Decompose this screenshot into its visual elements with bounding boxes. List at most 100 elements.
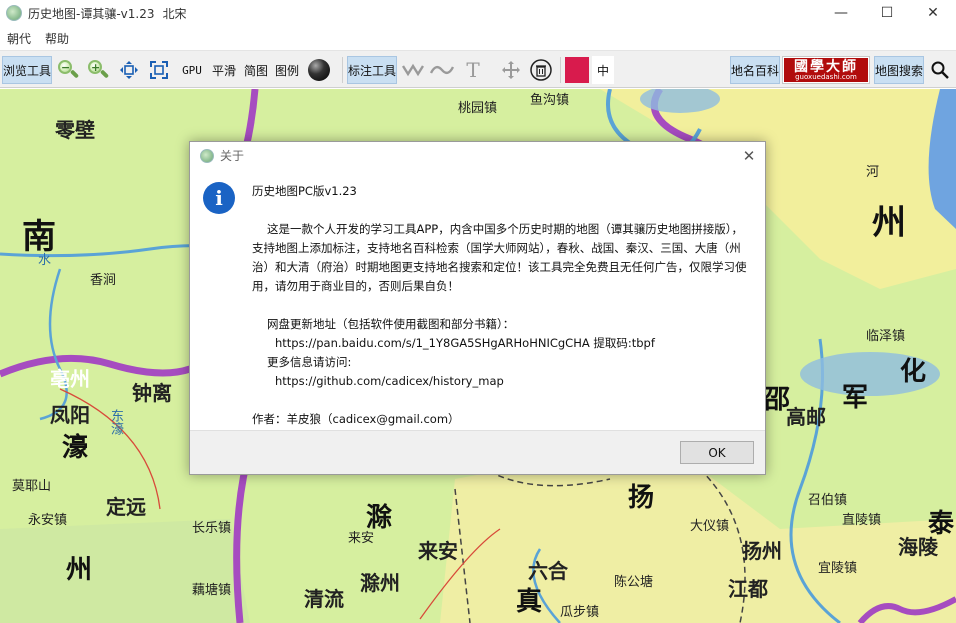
map-label: 化 <box>900 357 927 387</box>
browse-tool-button[interactable]: 浏览工具 <box>2 56 52 84</box>
map-label: 水 <box>38 253 52 268</box>
map-label: 零壁 <box>55 118 95 142</box>
map-label: 扬州 <box>742 539 782 563</box>
map-label: 东濠 <box>108 409 123 435</box>
map-label: 永安镇 <box>28 513 68 528</box>
minimize-button[interactable]: — <box>818 0 864 26</box>
map-label: 来安 <box>348 531 375 546</box>
dialog-heading: 历史地图PC版v1.23 <box>252 184 357 198</box>
map-label: 泰 <box>928 509 955 539</box>
search-icon <box>931 61 949 79</box>
dialog-footer: OK <box>190 430 765 474</box>
color-picker-button[interactable] <box>565 56 589 84</box>
current-dynasty: 北宋 <box>162 6 187 21</box>
update-address-label: 网盘更新地址（包括软件使用截图和部分书籍）： <box>267 317 515 331</box>
map-label: 扬 <box>628 483 655 513</box>
map-label: 藕塘镇 <box>192 583 232 598</box>
map-search-button[interactable]: 地图搜索 <box>874 56 924 84</box>
place-wiki-button[interactable]: 地名百科 <box>730 56 780 84</box>
map-label: 滁州 <box>360 571 400 595</box>
info-icon: i <box>203 182 235 214</box>
map-label: 高邮 <box>786 405 826 429</box>
maximize-button[interactable]: ☐ <box>864 0 910 26</box>
search-button[interactable] <box>928 56 952 84</box>
toolbar-divider <box>560 57 561 83</box>
move-arrows-icon <box>502 61 520 79</box>
guoxuedashi-logo: 國學大師 guoxuedashi.com <box>784 58 868 82</box>
window-title: 历史地图-谭其骧-v1.23 <box>28 6 155 21</box>
map-label: 濠 <box>62 433 89 463</box>
map-label: 大仪镇 <box>690 519 730 534</box>
dialog-body: 历史地图PC版v1.23 这是一款个人开发的学习工具APP，内含中国多个历史时期… <box>252 182 752 429</box>
close-window-button[interactable]: ✕ <box>910 0 956 26</box>
text-t-icon: T <box>466 58 480 82</box>
zoom-out-icon: − <box>56 59 80 81</box>
globe-button[interactable] <box>306 56 332 84</box>
legend-toggle[interactable]: 图例 <box>273 56 301 84</box>
menu-bar: 朝代 帮助 <box>0 28 956 48</box>
map-label: 州 <box>872 203 906 243</box>
map-label: 河 <box>866 165 880 180</box>
text-tool-button[interactable]: T <box>460 56 486 84</box>
map-label: 真 <box>516 587 543 617</box>
trash-icon <box>530 59 552 81</box>
toolbar: 浏览工具 − + GPU 平滑 简图 图例 标注工具 T 中 地名百科 國學大師… <box>0 50 956 88</box>
wave-line-icon <box>430 65 454 75</box>
move-tool-button[interactable] <box>498 56 524 84</box>
zoom-in-icon: + <box>86 59 110 81</box>
zoom-in-button[interactable]: + <box>84 56 110 84</box>
dialog-description: 这是一款个人开发的学习工具APP，内含中国多个历史时期的地图（谭其骧历史地图拼接… <box>252 222 747 293</box>
update-url[interactable]: https://pan.baidu.com/s/1_1Y8GA5SHgARHoH… <box>252 334 752 353</box>
ok-button[interactable]: OK <box>680 441 754 464</box>
polyline-tool-button[interactable] <box>400 56 426 84</box>
title-bar: 历史地图-谭其骧-v1.23 北宋 — ☐ ✕ <box>0 0 956 26</box>
map-label: 直陵镇 <box>842 513 882 528</box>
map-label: 香涧 <box>90 273 117 288</box>
full-extent-button[interactable] <box>146 56 172 84</box>
delete-button[interactable] <box>528 56 554 84</box>
expand-arrows-icon <box>120 61 138 79</box>
map-label: 钟离 <box>132 381 172 405</box>
map-label: 瓜步镇 <box>560 605 600 620</box>
map-label: 来安 <box>418 539 458 563</box>
app-globe-icon <box>6 5 22 21</box>
map-label: 江都 <box>728 577 768 601</box>
map-label: 桃园镇 <box>458 101 498 116</box>
map-label: 定远 <box>106 495 146 519</box>
menu-dynasty[interactable]: 朝代 <box>0 30 38 47</box>
dialog-close-button[interactable]: ✕ <box>739 146 759 166</box>
guoxuedashi-logo-button[interactable]: 國學大師 guoxuedashi.com <box>782 56 870 84</box>
frame-corners-icon <box>150 61 168 79</box>
map-label: 六合 <box>528 559 568 583</box>
fit-view-button[interactable] <box>116 56 142 84</box>
map-label: 清流 <box>304 587 344 611</box>
gpu-toggle[interactable]: GPU <box>178 56 206 84</box>
dialog-app-icon <box>200 148 214 163</box>
map-label: 亳州 <box>50 367 90 391</box>
map-label: 邵 <box>764 385 791 415</box>
map-label: 宜陵镇 <box>818 561 858 576</box>
map-label: 莫耶山 <box>12 479 52 494</box>
map-label: 陈公塘 <box>614 575 654 590</box>
map-label: 鱼沟镇 <box>530 93 570 108</box>
github-url[interactable]: https://github.com/cadicex/history_map <box>252 372 752 391</box>
map-label: 召伯镇 <box>808 493 848 508</box>
map-label: 军 <box>842 383 869 413</box>
curve-tool-button[interactable] <box>428 56 456 84</box>
toolbar-divider <box>342 57 343 83</box>
color-swatch <box>565 57 589 83</box>
smooth-toggle[interactable]: 平滑 <box>210 56 238 84</box>
menu-help[interactable]: 帮助 <box>38 30 76 47</box>
dialog-title: 关于 <box>220 149 245 163</box>
map-label: 凤阳 <box>50 403 90 427</box>
annotate-tool-button[interactable]: 标注工具 <box>347 56 397 84</box>
map-label: 长乐镇 <box>192 521 232 536</box>
sphere-icon <box>308 59 330 81</box>
simple-map-toggle[interactable]: 简图 <box>242 56 270 84</box>
author-line: 作者：羊皮狼（cadicex@gmail.com） <box>252 412 460 426</box>
more-info-label: 更多信息请访问: <box>267 355 352 369</box>
font-size-select[interactable]: 中 <box>592 56 614 84</box>
zoom-out-button[interactable]: − <box>54 56 80 84</box>
about-dialog: 关于 ✕ i 历史地图PC版v1.23 这是一款个人开发的学习工具APP，内含中… <box>189 141 766 475</box>
map-label: 临泽镇 <box>866 329 906 344</box>
